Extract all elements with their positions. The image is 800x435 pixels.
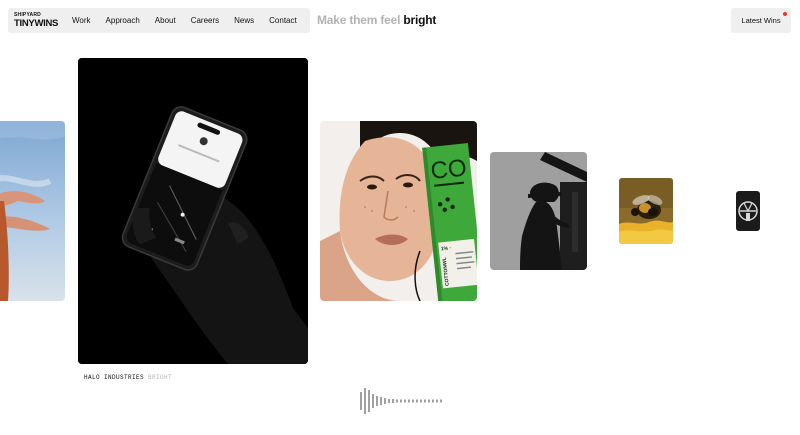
project-card-cottonwl[interactable]: CO 1% · COTTONWL [320,121,477,301]
scroll-wave-indicator[interactable] [356,384,446,414]
nav-link-about[interactable]: About [155,16,176,25]
latest-wins-label: Latest Wins [741,16,781,25]
nav-link-work[interactable]: Work [72,16,91,25]
project-card-worker[interactable] [490,152,587,270]
tagline: Make them feel bright [317,13,436,27]
project-card-halo[interactable] [78,58,308,364]
nav-link-contact[interactable]: Contact [269,16,297,25]
project-card-bee[interactable] [619,178,673,244]
packaging-line1: 1% · [441,245,452,252]
project-caption: HALO INDUSTRIES BRIGHT [84,374,172,381]
logo[interactable]: SHIPYARD TINYWINS [14,12,60,30]
caption-project: HALO INDUSTRIES [84,374,145,381]
project-image-dark [736,191,760,231]
nav-links: Work Approach About Careers News Contact [72,8,297,33]
nav-link-careers[interactable]: Careers [191,16,219,25]
caption-word: BRIGHT [148,374,173,381]
project-image-sky [0,121,65,301]
notification-dot [783,12,787,16]
main-navigation: SHIPYARD TINYWINS Work Approach About Ca… [8,8,310,33]
nav-link-approach[interactable]: Approach [106,16,140,25]
project-card-dark[interactable] [736,191,760,231]
project-image-bee [619,178,673,244]
project-card-sky[interactable] [0,121,65,301]
packaging-brand-text: CO [429,154,468,185]
latest-wins-button[interactable]: Latest Wins [731,8,791,33]
project-image-worker [490,152,587,270]
logo-name: TINYWINS [14,18,59,29]
project-image-portrait: CO 1% · COTTONWL [320,121,477,301]
tagline-strong: bright [403,13,437,27]
project-image-phone [78,58,308,364]
nav-link-news[interactable]: News [234,16,254,25]
tagline-muted: Make them feel [317,13,401,27]
